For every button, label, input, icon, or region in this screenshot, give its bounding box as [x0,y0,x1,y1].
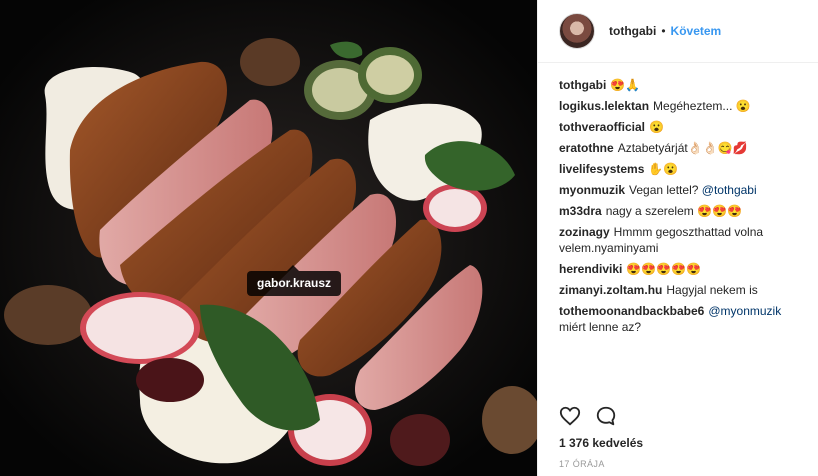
follow-button[interactable]: Követem [671,24,722,38]
post-header: tothgabi • Követem [538,0,818,63]
heart-outline-icon[interactable] [559,405,581,427]
comment-author[interactable]: logikus.lelektan [559,99,649,113]
like-count[interactable]: 1 376 kedvelés [559,436,643,450]
comment-author[interactable]: tothveraofficial [559,120,645,134]
comment-author[interactable]: zozinagy [559,225,610,239]
comment: tothgabi 😍🙏 [559,77,809,93]
comment: eratothne Aztabetyárját👌🏻👌🏻😋💋 [559,140,809,156]
comment: herendiviki 😍😍😍😍😍 [559,261,809,277]
comment-text: Hagyjal nekem is [666,283,758,297]
comment-text: miért lenne az? [559,320,642,334]
instagram-post: gabor.krausz tothgabi • Követem tothgabi… [0,0,818,476]
comment-text: Aztabetyárját👌🏻👌🏻😋💋 [617,141,748,155]
comment-text: ✋😮 [648,162,679,176]
comment: livelifesystems ✋😮 [559,161,809,177]
comment-text: 😍🙏 [610,78,641,92]
comment-text: 😮 [649,120,664,134]
comment: myonmuzik Vegan lettel? @tothgabi [559,182,809,198]
post-timestamp[interactable]: 17 órája [559,459,605,469]
comment: logikus.lelektan Megéheztem... 😮 [559,98,809,114]
user-tag[interactable]: gabor.krausz [247,265,342,296]
comment: tothemoonandbackbabe6 @myonmuzik miért le… [559,303,809,335]
comment: tothveraofficial 😮 [559,119,809,135]
comment: m33dra nagy a szerelem 😍😍😍 [559,203,809,219]
comment-author[interactable]: m33dra [559,204,602,218]
comment-text: Megéheztem... 😮 [653,99,751,113]
post-author-username[interactable]: tothgabi [609,24,656,38]
comment-author[interactable]: tothemoonandbackbabe6 [559,304,704,318]
comment: zozinagy Hmmm gegoszthattad volna velem.n… [559,224,809,256]
avatar[interactable] [559,13,595,49]
action-bar [559,405,617,427]
post-sidebar: tothgabi • Követem tothgabi 😍🙏 logikus.le… [537,0,818,476]
comment-text: 😍😍😍😍😍 [626,262,702,276]
comment-text: Vegan lettel? [629,183,699,197]
comment-author[interactable]: livelifesystems [559,162,644,176]
comment: zimanyi.zoltam.hu Hagyjal nekem is [559,282,809,298]
post-photo[interactable]: gabor.krausz [0,0,537,476]
comment-mention[interactable]: @myonmuzik [708,304,781,318]
comment-author[interactable]: tothgabi [559,78,606,92]
comment-list: tothgabi 😍🙏 logikus.lelektan Megéheztem...… [559,77,809,340]
comment-author[interactable]: myonmuzik [559,183,625,197]
food-photo-illustration [0,0,537,476]
comment-author[interactable]: eratothne [559,141,614,155]
comment-author[interactable]: zimanyi.zoltam.hu [559,283,662,297]
speech-bubble-icon[interactable] [595,405,617,427]
comment-mention[interactable]: @tothgabi [702,183,757,197]
comment-author[interactable]: herendiviki [559,262,622,276]
comment-text: nagy a szerelem 😍😍😍 [605,204,742,218]
separator-dot: • [661,24,666,38]
